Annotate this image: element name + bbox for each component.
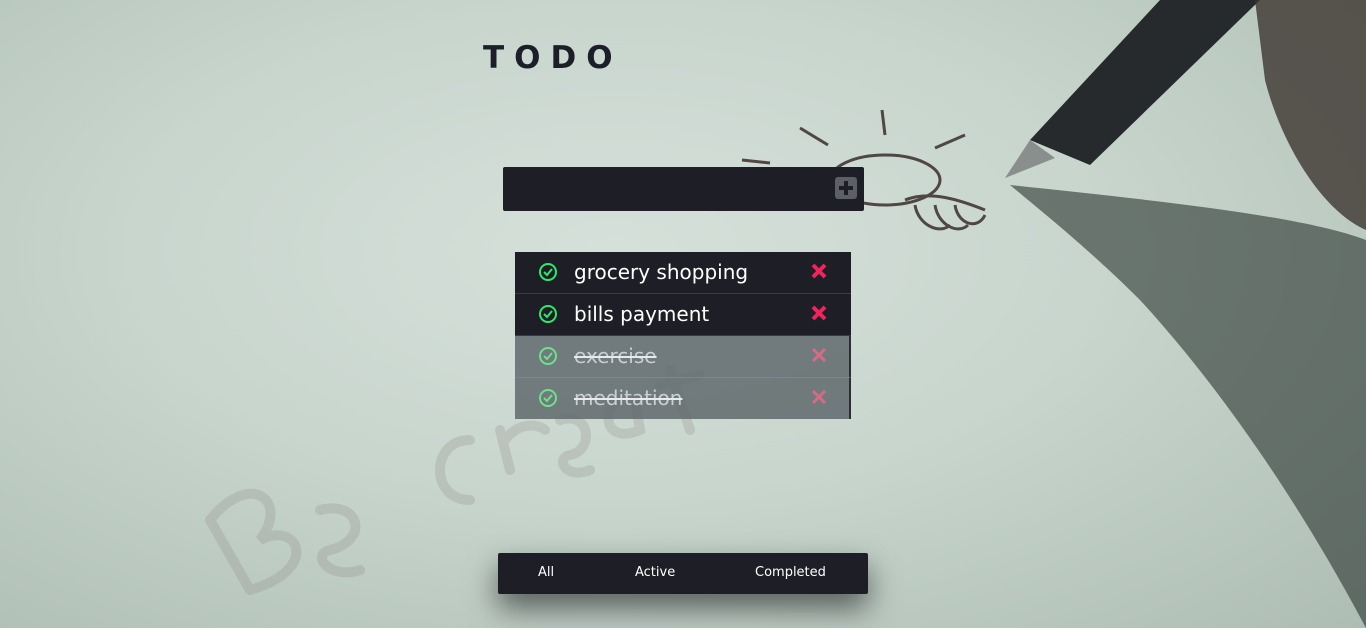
new-todo-input[interactable] [513,173,817,205]
filter-bar: All Active Completed [498,553,868,594]
close-icon[interactable] [811,263,827,279]
todo-text: grocery shopping [574,260,749,284]
todo-text: meditation [574,386,683,410]
todo-list: grocery shopping bills payment exercise [515,252,851,419]
todo-text: exercise [574,344,657,368]
check-circle-icon[interactable] [538,304,558,324]
filter-all-button[interactable]: All [538,565,554,580]
close-icon[interactable] [811,389,827,405]
page-title: TODO [483,40,623,76]
todo-item: bills payment [515,294,851,336]
filter-active-button[interactable]: Active [635,565,675,580]
check-circle-icon[interactable] [538,262,558,282]
add-todo-button[interactable] [835,177,857,199]
page: TODO grocery shopping bills payment exer… [0,0,1366,628]
todo-item: grocery shopping [515,252,851,294]
filter-completed-button[interactable]: Completed [755,565,826,580]
close-icon[interactable] [811,347,827,363]
close-icon[interactable] [811,305,827,321]
todo-item-completed: exercise [515,336,851,378]
check-circle-icon[interactable] [538,346,558,366]
todo-item-completed: meditation [515,378,851,419]
new-todo-bar [503,167,864,211]
check-circle-icon[interactable] [538,388,558,408]
todo-text: bills payment [574,302,710,326]
plus-icon [839,181,853,195]
